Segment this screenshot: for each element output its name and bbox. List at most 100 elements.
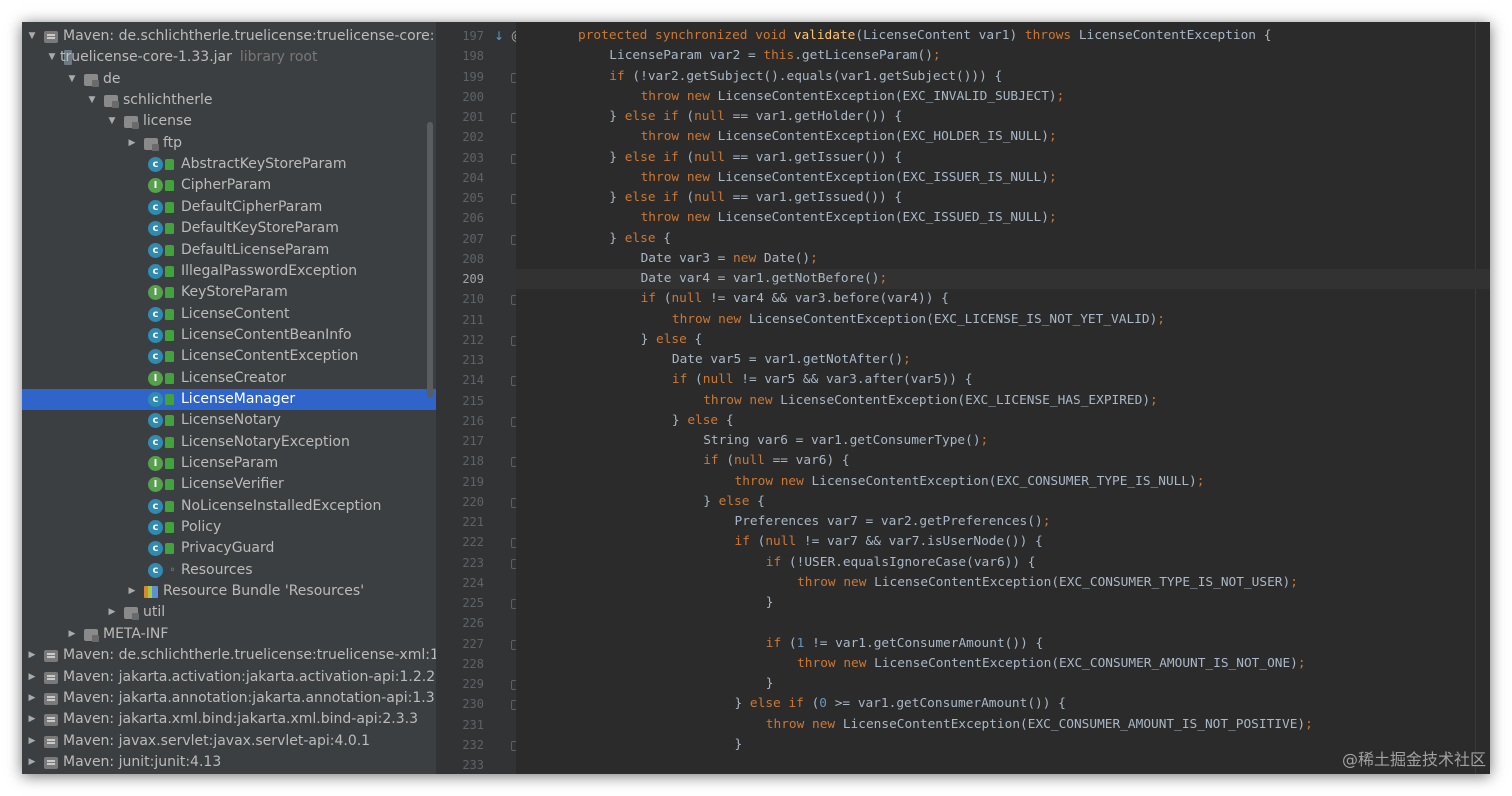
code-line[interactable]: throw new LicenseContentException(EXC_LI…: [516, 310, 1490, 330]
tree-item[interactable]: I LicenseVerifier: [22, 474, 436, 495]
code-line[interactable]: if (null != var5 && var3.after(var5)) {: [516, 370, 1490, 390]
tree-item[interactable]: ▶ util: [22, 602, 436, 623]
code-line[interactable]: if (null != var7 && var7.isUserNode()) {: [516, 532, 1490, 552]
code-line[interactable]: if (!USER.equalsIgnoreCase(var6)) {: [516, 553, 1490, 573]
expanded-arrow-icon[interactable]: ▼: [86, 90, 98, 111]
code-line[interactable]: Date var3 = new Date();: [516, 249, 1490, 269]
tree-item[interactable]: c LicenseNotaryException: [22, 432, 436, 453]
code-line[interactable]: } else {: [516, 330, 1490, 350]
code-line[interactable]: if (!var2.getSubject().equals(var1.getSu…: [516, 67, 1490, 87]
tree-item[interactable]: I LicenseCreator: [22, 368, 436, 389]
project-tree-panel[interactable]: ▼ Maven: de.schlichtherle.truelicense:tru…: [22, 22, 436, 774]
code-token: ;: [1157, 311, 1165, 327]
code-token: this: [763, 48, 795, 64]
code-line[interactable]: LicenseParam var2 = this.getLicenseParam…: [516, 46, 1490, 66]
code-line[interactable]: if (null != var4 && var3.before(var4)) {: [516, 289, 1490, 309]
tree-item[interactable]: I CipherParam: [22, 175, 436, 196]
line-number: 231: [462, 717, 484, 732]
tree-item-label: Maven: de.schlichtherle.truelicense:true…: [63, 28, 436, 44]
tree-item[interactable]: I KeyStoreParam: [22, 282, 436, 303]
tree-item[interactable]: ▶ Maven: junit:junit:4.13: [22, 752, 436, 773]
code-line[interactable]: Preferences var7 = var2.getPreferences()…: [516, 512, 1490, 532]
tree-item[interactable]: c LicenseContent: [22, 304, 436, 325]
code-line[interactable]: } else {: [516, 492, 1490, 512]
tree-item[interactable]: ▶ Maven: jakarta.activation:jakarta.activ…: [22, 667, 436, 688]
tree-item[interactable]: ▶ ftp: [22, 133, 436, 154]
collapsed-arrow-icon[interactable]: ▶: [26, 645, 38, 666]
collapsed-arrow-icon[interactable]: ▶: [106, 602, 118, 623]
code-token: ;: [1196, 473, 1205, 489]
collapsed-arrow-icon[interactable]: ▶: [26, 752, 38, 773]
code-line[interactable]: } else if (null == var1.getIssuer()) {: [516, 148, 1490, 168]
tree-item[interactable]: c LicenseManager: [22, 388, 436, 410]
code-line[interactable]: Date var4 = var1.getNotBefore();: [516, 269, 1490, 289]
collapsed-arrow-icon[interactable]: ▶: [26, 688, 38, 709]
tree-item[interactable]: c Policy: [22, 517, 436, 538]
tree-item-label: KeyStoreParam: [181, 284, 288, 301]
code-line[interactable]: Date var5 = var1.getNotAfter();: [516, 350, 1490, 370]
tree-item[interactable]: ▼ Maven: de.schlichtherle.truelicense:tru…: [22, 26, 436, 47]
tree-item[interactable]: c DefaultCipherParam: [22, 197, 436, 218]
code-line[interactable]: throw new LicenseContentException(EXC_CO…: [516, 715, 1490, 735]
code-token: (LicenseContent var1): [855, 28, 1025, 43]
tree-item[interactable]: ▶ Maven: javax.servlet:javax.servlet-api:…: [22, 731, 436, 752]
code-token: }: [734, 696, 750, 712]
code-line[interactable]: throw new LicenseContentException(EXC_CO…: [516, 472, 1490, 492]
code-line[interactable]: }: [516, 674, 1490, 694]
code-line[interactable]: throw new LicenseContentException(EXC_LI…: [516, 391, 1490, 411]
code-line[interactable]: if (1 != var1.getConsumerAmount()) {: [516, 634, 1490, 654]
tree-item[interactable]: ▶ META-INF: [22, 624, 436, 645]
code-token: LicenseContentException {: [1078, 28, 1272, 43]
code-token: null: [694, 190, 733, 205]
tree-scrollbar[interactable]: [427, 122, 433, 398]
tree-item[interactable]: c NoLicenseInstalledException: [22, 496, 436, 517]
tree-item[interactable]: I LicenseParam: [22, 453, 436, 474]
code-editor[interactable]: protected synchronized void validate(Lic…: [516, 22, 1490, 774]
tree-item[interactable]: c LicenseNotary: [22, 410, 436, 431]
code-line[interactable]: throw new LicenseContentException(EXC_IS…: [516, 208, 1490, 228]
code-line[interactable]: String var6 = var1.getConsumerType();: [516, 431, 1490, 451]
collapsed-arrow-icon[interactable]: ▶: [126, 133, 138, 154]
code-line[interactable]: throw new LicenseContentException(EXC_IN…: [516, 87, 1490, 107]
tree-item[interactable]: ▶ Maven: jakarta.xml.bind:jakarta.xml.bin…: [22, 709, 436, 730]
code-line[interactable]: throw new LicenseContentException(EXC_CO…: [516, 573, 1490, 593]
expanded-arrow-icon[interactable]: ▼: [66, 69, 78, 90]
collapsed-arrow-icon[interactable]: ▶: [26, 709, 38, 730]
code-line[interactable]: } else {: [516, 411, 1490, 431]
tree-item[interactable]: c DefaultKeyStoreParam: [22, 218, 436, 239]
code-line[interactable]: protected synchronized void validate(Lic…: [516, 26, 1490, 46]
tree-item[interactable]: c ◦ Resources: [22, 560, 436, 581]
line-number: 207: [462, 231, 484, 246]
tree-item[interactable]: c AbstractKeyStoreParam: [22, 154, 436, 175]
overrides-icon[interactable]: ↓: [494, 26, 504, 46]
tree-item[interactable]: c LicenseContentException: [22, 346, 436, 367]
expanded-arrow-icon[interactable]: ▼: [26, 26, 38, 47]
tree-item[interactable]: ▼ truelicense-core-1.33.jar library root: [22, 47, 436, 68]
tree-item[interactable]: c IllegalPasswordException: [22, 261, 436, 282]
tree-item[interactable]: c PrivacyGuard: [22, 538, 436, 559]
collapsed-arrow-icon[interactable]: ▶: [126, 581, 138, 602]
code-line[interactable]: [516, 613, 1490, 633]
tree-item[interactable]: ▼ schlichtherle: [22, 90, 436, 111]
code-line[interactable]: } else {: [516, 229, 1490, 249]
collapsed-arrow-icon[interactable]: ▶: [66, 624, 78, 645]
code-line[interactable]: throw new LicenseContentException(EXC_CO…: [516, 654, 1490, 674]
tree-item[interactable]: ▶ Maven: de.schlichtherle.truelicense:tru…: [22, 645, 436, 666]
expanded-arrow-icon[interactable]: ▼: [46, 47, 58, 68]
expanded-arrow-icon[interactable]: ▼: [106, 111, 118, 132]
collapsed-arrow-icon[interactable]: ▶: [26, 667, 38, 688]
code-line[interactable]: if (null == var6) {: [516, 451, 1490, 471]
tree-item[interactable]: ▼ de: [22, 69, 436, 90]
tree-item[interactable]: c LicenseContentBeanInfo: [22, 325, 436, 346]
collapsed-arrow-icon[interactable]: ▶: [26, 731, 38, 752]
tree-item[interactable]: ▼ license: [22, 111, 436, 132]
code-line[interactable]: } else if (0 >= var1.getConsumerAmount()…: [516, 694, 1490, 714]
tree-item[interactable]: c DefaultLicenseParam: [22, 240, 436, 261]
code-line[interactable]: } else if (null == var1.getHolder()) {: [516, 107, 1490, 127]
tree-item[interactable]: ▶ Resource Bundle 'Resources': [22, 581, 436, 602]
code-line[interactable]: throw new LicenseContentException(EXC_IS…: [516, 168, 1490, 188]
code-line[interactable]: } else if (null == var1.getIssued()) {: [516, 188, 1490, 208]
tree-item[interactable]: ▶ Maven: jakarta.annotation:jakarta.annot…: [22, 688, 436, 709]
code-line[interactable]: }: [516, 593, 1490, 613]
code-line[interactable]: throw new LicenseContentException(EXC_HO…: [516, 127, 1490, 147]
